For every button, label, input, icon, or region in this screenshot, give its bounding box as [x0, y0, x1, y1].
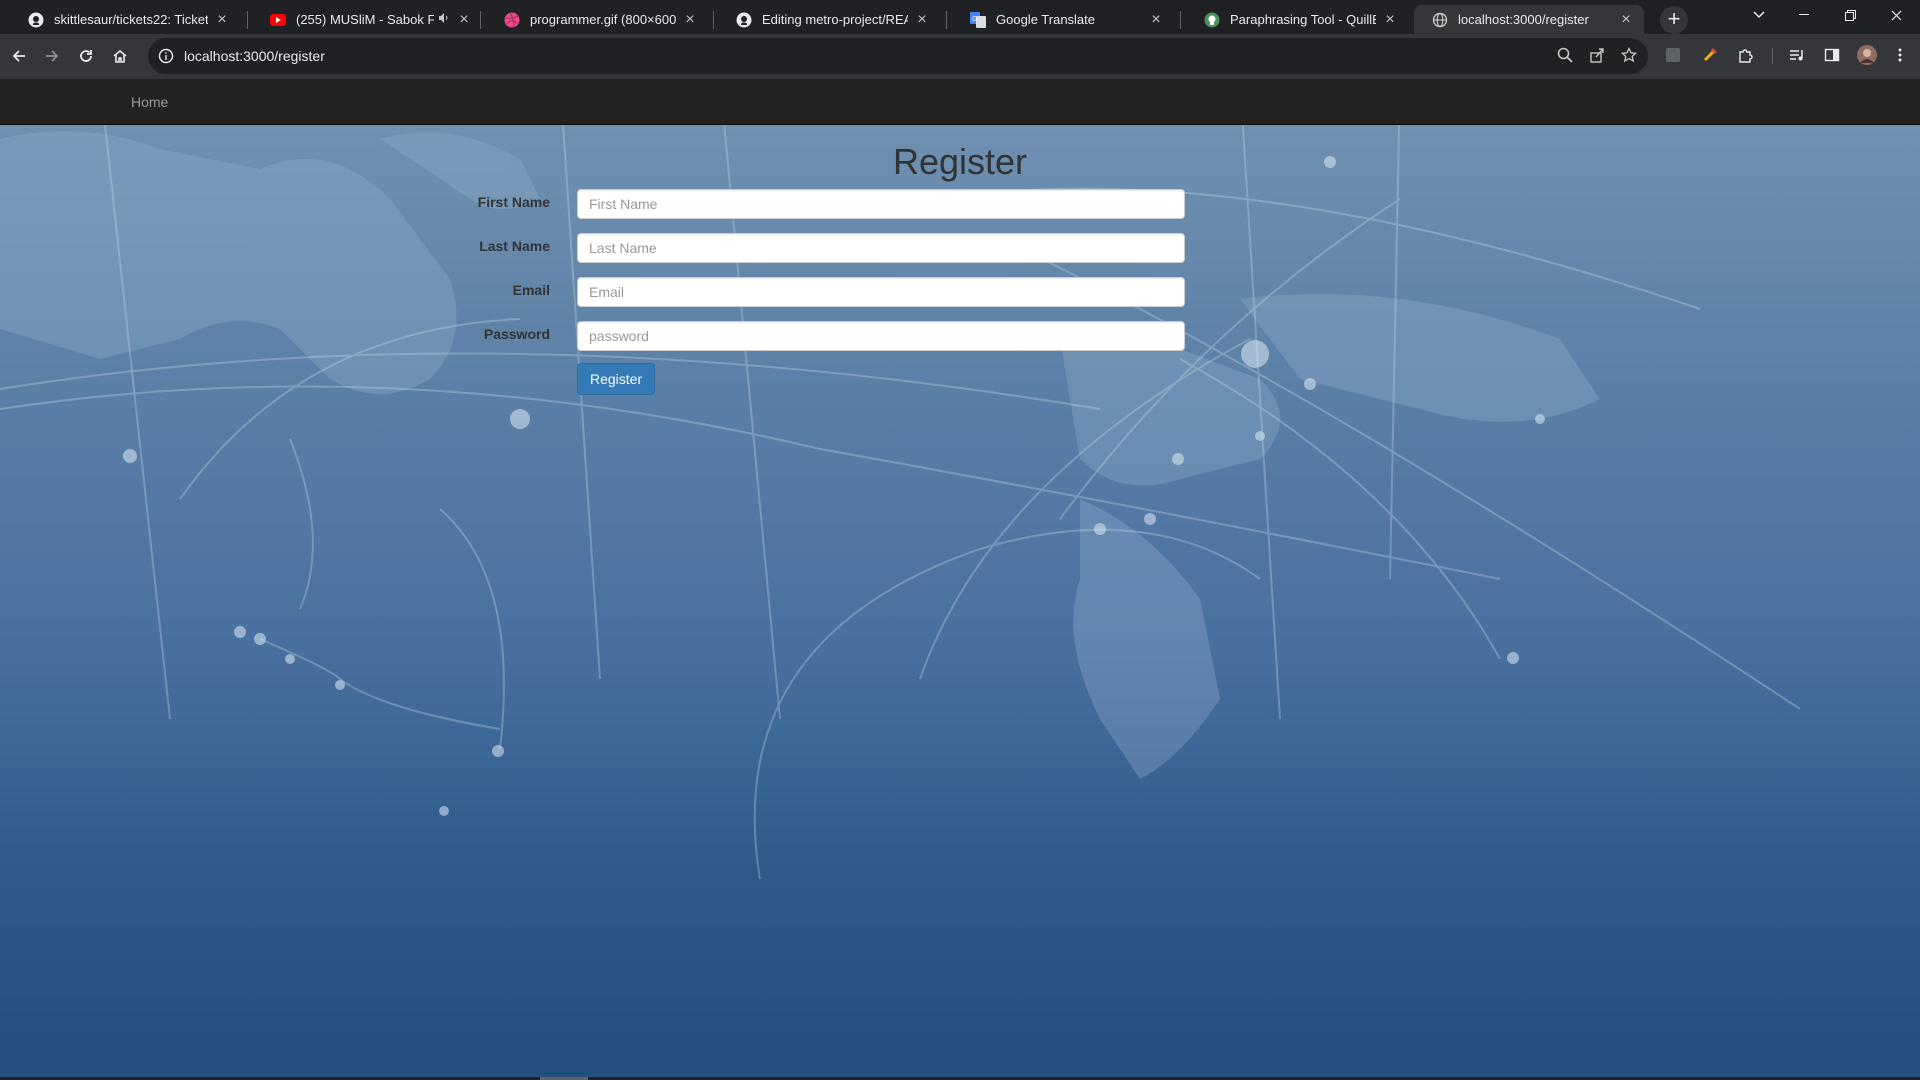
- profile-avatar[interactable]: [1856, 44, 1878, 66]
- browser-tab-strip: skittlesaur/tickets22: Tickets22 × (255)…: [0, 0, 1920, 34]
- tab-youtube[interactable]: (255) MUSliM - Sabok Fel ×: [252, 5, 482, 34]
- dribbble-icon: [504, 12, 520, 28]
- close-tab-icon[interactable]: ×: [214, 11, 230, 28]
- more-menu-icon[interactable]: [1889, 44, 1911, 66]
- tab-programmer-gif[interactable]: programmer.gif (800×600) ×: [486, 5, 708, 34]
- tab-title: Editing metro-project/READM: [762, 12, 908, 27]
- extension-gray-icon[interactable]: [1662, 44, 1684, 66]
- tab-search-chevron-icon[interactable]: [1736, 0, 1782, 30]
- close-tab-icon[interactable]: ×: [1618, 11, 1634, 28]
- speaker-icon[interactable]: [438, 12, 450, 27]
- email-input[interactable]: [577, 277, 1185, 307]
- share-icon[interactable]: [1589, 47, 1605, 68]
- youtube-icon: [270, 12, 286, 28]
- page-viewport: Home Register First Name Last Name Email…: [0, 79, 1920, 1077]
- browser-toolbar: localhost:3000/register: [0, 34, 1920, 79]
- tab-github-tickets22[interactable]: skittlesaur/tickets22: Tickets22 ×: [10, 5, 240, 34]
- github-icon: [736, 12, 752, 28]
- last-name-input[interactable]: [577, 233, 1185, 263]
- close-tab-icon[interactable]: ×: [1148, 11, 1164, 28]
- first-name-label: First Name: [477, 194, 550, 210]
- quillbot-icon: [1204, 12, 1220, 28]
- site-info-icon[interactable]: [148, 48, 184, 64]
- tab-title: (255) MUSliM - Sabok Fel: [296, 12, 434, 27]
- tab-title: programmer.gif (800×600): [530, 12, 676, 27]
- password-label: Password: [483, 326, 550, 342]
- svg-text:G: G: [972, 16, 977, 23]
- extensions-puzzle-icon[interactable]: [1735, 44, 1757, 66]
- color-picker-extension-icon[interactable]: [1699, 44, 1721, 66]
- email-label: Email: [512, 282, 550, 298]
- address-bar[interactable]: localhost:3000/register: [148, 38, 1648, 74]
- password-input[interactable]: [577, 321, 1185, 351]
- media-control-icon[interactable]: [1786, 44, 1808, 66]
- page-title: Register: [892, 141, 1028, 182]
- tab-title: skittlesaur/tickets22: Tickets22: [54, 12, 208, 27]
- tab-github-metro-project[interactable]: Editing metro-project/READM ×: [718, 5, 940, 34]
- world-network-background: [0, 79, 1801, 880]
- reload-icon[interactable]: [72, 42, 100, 70]
- nav-home-link[interactable]: Home: [131, 94, 168, 110]
- back-arrow-icon[interactable]: [5, 42, 33, 70]
- top-navbar: Home: [0, 79, 1920, 125]
- side-panel-icon[interactable]: [1821, 44, 1843, 66]
- github-icon: [28, 12, 44, 28]
- globe-icon: [1432, 12, 1448, 28]
- last-name-label: Last Name: [479, 238, 550, 254]
- tab-quillbot[interactable]: Paraphrasing Tool - QuillBot AI ×: [1186, 5, 1408, 34]
- forward-arrow-icon[interactable]: [38, 42, 66, 70]
- close-tab-icon[interactable]: ×: [1382, 11, 1398, 28]
- tab-title: Google Translate: [996, 12, 1096, 27]
- first-name-input[interactable]: [577, 189, 1185, 219]
- close-tab-icon[interactable]: ×: [456, 11, 472, 28]
- bookmark-star-icon[interactable]: [1620, 46, 1638, 68]
- register-button[interactable]: Register: [577, 363, 656, 395]
- minimize-button[interactable]: [1781, 0, 1827, 30]
- tab-localhost-register[interactable]: localhost:3000/register ×: [1414, 5, 1644, 34]
- tab-title: Paraphrasing Tool - QuillBot AI: [1230, 12, 1376, 27]
- tab-google-translate[interactable]: G Google Translate ×: [952, 5, 1174, 34]
- new-tab-button[interactable]: +: [1660, 6, 1688, 34]
- home-icon[interactable]: [106, 42, 134, 70]
- tab-title: localhost:3000/register: [1458, 12, 1589, 27]
- restore-button[interactable]: [1827, 0, 1873, 30]
- close-tab-icon[interactable]: ×: [682, 11, 698, 28]
- google-translate-icon: G: [970, 11, 986, 28]
- close-tab-icon[interactable]: ×: [914, 11, 930, 28]
- close-window-button[interactable]: [1873, 0, 1919, 30]
- address-url: localhost:3000/register: [184, 48, 325, 64]
- zoom-icon[interactable]: [1557, 47, 1573, 68]
